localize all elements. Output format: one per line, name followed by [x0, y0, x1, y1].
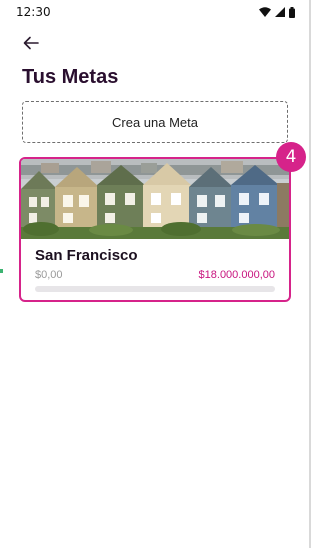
page-title: Tus Metas	[22, 66, 119, 88]
edge-indicator	[0, 269, 3, 273]
back-button[interactable]	[20, 32, 42, 54]
signal-icon	[275, 7, 285, 17]
goal-name: San Francisco	[35, 247, 138, 264]
goal-card[interactable]: San Francisco $0,00 $18.000.000,00	[19, 157, 291, 302]
arrow-left-icon	[23, 36, 39, 50]
status-bar: 12:30	[0, 0, 311, 24]
goal-current-amount: $0,00	[35, 269, 63, 281]
wifi-icon	[259, 7, 271, 17]
status-icons	[259, 6, 295, 18]
scrollbar-edge	[309, 0, 311, 548]
goal-target-amount: $18.000.000,00	[198, 269, 275, 281]
create-goal-button[interactable]: Crea una Meta	[22, 101, 288, 143]
status-time: 12:30	[16, 5, 51, 19]
goal-image	[21, 159, 289, 239]
battery-icon	[289, 6, 295, 18]
count-badge: 4	[276, 142, 306, 172]
goal-progress-bar	[35, 286, 275, 292]
